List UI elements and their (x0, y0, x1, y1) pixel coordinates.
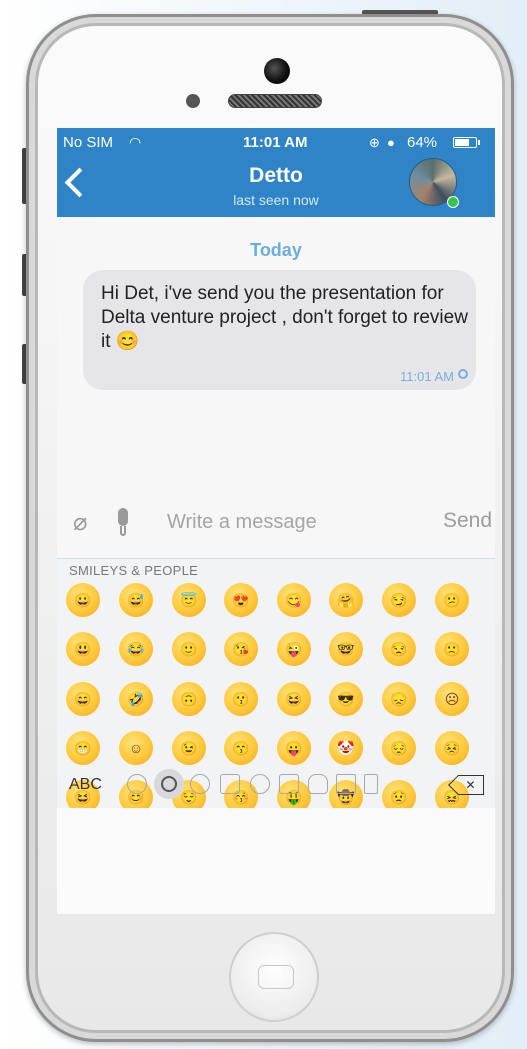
wifi-icon: ◠ (129, 134, 142, 150)
sports-icon[interactable] (250, 774, 270, 794)
emoji-key[interactable]: 😆 (277, 682, 311, 716)
food-icon[interactable] (220, 774, 240, 794)
clock-label: 11:01 AM (243, 134, 308, 151)
date-separator: Today (250, 240, 302, 260)
emoji-key[interactable]: 😂 (119, 632, 153, 666)
flags-icon[interactable] (364, 774, 378, 794)
emoji-key[interactable]: 😏 (382, 583, 416, 617)
emoji-key[interactable]: 😇 (172, 583, 206, 617)
message-input[interactable] (167, 506, 397, 538)
emoji-key[interactable]: 🙁 (435, 632, 469, 666)
backspace-icon[interactable]: ✕ (458, 775, 484, 795)
emoji-key[interactable]: 😍 (224, 583, 258, 617)
smileys-icon[interactable] (154, 769, 184, 799)
emoji-key[interactable]: 😘 (224, 632, 258, 666)
emoji-key[interactable]: 😄 (66, 682, 100, 716)
emoji-key[interactable]: 😣 (435, 731, 469, 765)
emoji-key[interactable]: 😛 (277, 731, 311, 765)
message-bubble[interactable]: Hi Det, i've send you the presentation f… (83, 270, 476, 390)
earpiece-speaker (228, 94, 322, 108)
carrier-label: No SIM (63, 134, 114, 151)
microphone-stand (120, 526, 126, 536)
emoji-key[interactable]: ☺ (119, 731, 153, 765)
read-status-icon (458, 369, 468, 379)
emoji-key[interactable]: 😒 (382, 632, 416, 666)
emoji-key[interactable]: 😁 (66, 731, 100, 765)
travel-icon[interactable] (279, 774, 299, 794)
emoji-key[interactable]: 😅 (119, 583, 153, 617)
attach-icon[interactable]: ⌀ (73, 508, 87, 537)
symbols-icon[interactable] (336, 774, 356, 794)
home-button-icon (258, 965, 294, 989)
emoji-key[interactable]: 😞 (382, 682, 416, 716)
emoji-key[interactable]: 🤓 (329, 632, 363, 666)
emoji-key[interactable]: 😔 (382, 731, 416, 765)
screen: No SIM ◠ 11:01 AM ⊕ ● 64% Detto last see… (57, 128, 495, 914)
message-time: 11:01 AM (400, 369, 454, 384)
online-indicator (447, 196, 459, 208)
emoji-key[interactable]: 😉 (172, 731, 206, 765)
recent-icon[interactable] (127, 774, 147, 794)
message-text: Hi Det, i've send you the presentation f… (101, 283, 468, 352)
objects-icon[interactable] (308, 774, 328, 794)
rotation-lock-icon: ⊕ (369, 135, 380, 150)
emoji-key[interactable]: 😎 (329, 682, 363, 716)
abc-button[interactable]: ABC (69, 776, 102, 794)
keyboard-bottom-strip (57, 808, 495, 914)
emoji-key[interactable]: 😕 (435, 583, 469, 617)
emoji-key[interactable]: 😃 (66, 632, 100, 666)
keyboard-category-bar (57, 766, 495, 806)
battery-tip (478, 140, 480, 145)
emoji-key[interactable]: ☹ (435, 682, 469, 716)
emoji-key[interactable]: 😀 (66, 583, 100, 617)
emoji-key[interactable]: 🙃 (172, 682, 206, 716)
emoji-section-title: SMILEYS & PEOPLE (69, 563, 199, 578)
proximity-sensor (186, 94, 200, 108)
emoji-key[interactable]: 🤗 (329, 583, 363, 617)
alarm-icon: ● (387, 135, 395, 150)
animals-icon[interactable] (190, 774, 210, 794)
emoji-key[interactable]: 🙂 (172, 632, 206, 666)
front-camera (264, 58, 290, 84)
microphone-icon[interactable] (118, 508, 128, 526)
emoji-key[interactable]: 😋 (277, 583, 311, 617)
emoji-key[interactable]: 😗 (224, 682, 258, 716)
emoji-key[interactable]: 🤡 (329, 731, 363, 765)
battery-percent: 64% (407, 134, 438, 151)
send-button[interactable]: Send (443, 509, 492, 533)
emoji-key[interactable]: 🤣 (119, 682, 153, 716)
emoji-key[interactable]: 😙 (224, 731, 258, 765)
chat-header: No SIM ◠ 11:01 AM ⊕ ● 64% Detto last see… (57, 128, 495, 217)
emoji-key[interactable]: 😜 (277, 632, 311, 666)
battery-icon (453, 137, 477, 148)
